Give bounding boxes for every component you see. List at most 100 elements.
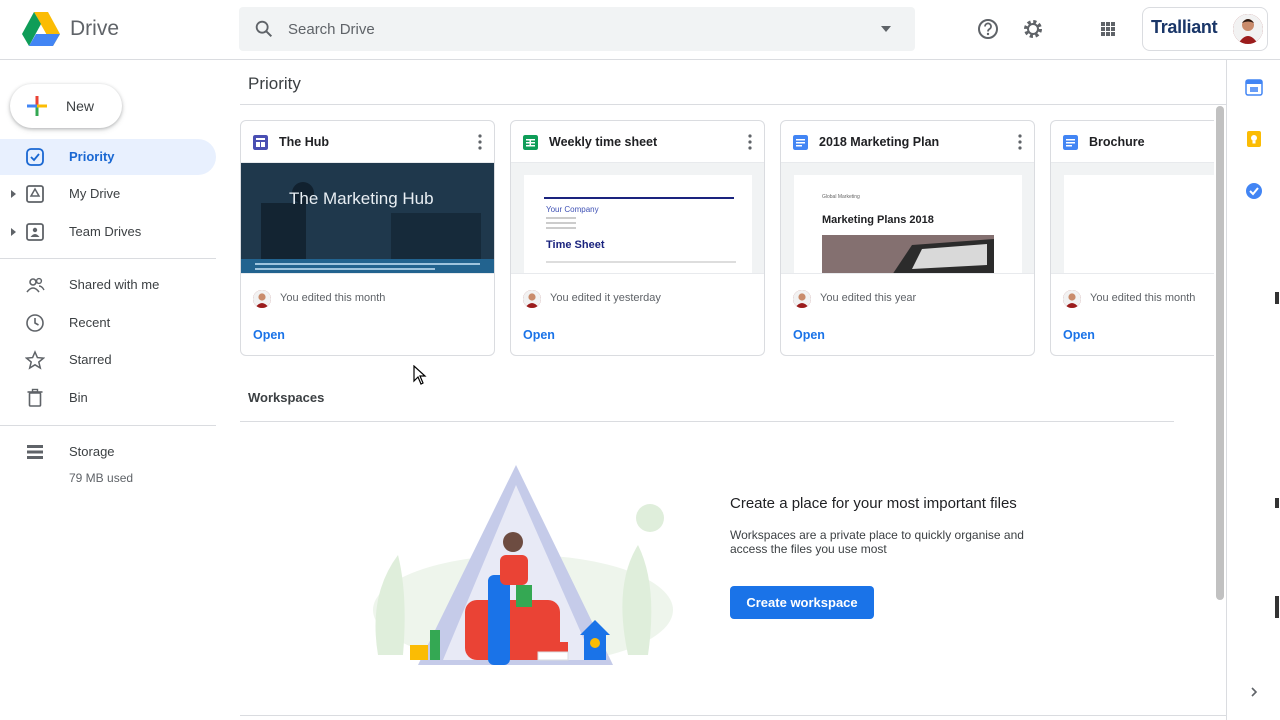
file-card[interactable]: Weekly time sheet Your Company Time Shee… xyxy=(510,120,765,356)
mouse-cursor-icon xyxy=(413,365,427,385)
apps-grid-icon[interactable] xyxy=(1095,16,1121,42)
tasks-icon[interactable] xyxy=(1245,182,1263,200)
account-avatar[interactable] xyxy=(1233,14,1263,44)
text-line xyxy=(546,222,576,224)
account-org-name: Tralliant xyxy=(1151,17,1218,37)
rail-edge-marker xyxy=(1275,292,1279,304)
sidebar-item-my-drive[interactable]: My Drive xyxy=(0,176,216,212)
section-divider xyxy=(240,104,1226,105)
sidebar-item-label: Bin xyxy=(69,390,88,405)
my-drive-icon xyxy=(26,185,44,203)
sheet-page-preview: Your Company Time Sheet xyxy=(524,175,752,273)
star-icon xyxy=(25,350,45,370)
file-title: Brochure xyxy=(1089,135,1145,149)
team-drives-icon xyxy=(26,223,44,241)
more-options-icon[interactable] xyxy=(1018,134,1022,150)
google-docs-file-icon xyxy=(1063,135,1078,150)
search-options-dropdown-icon[interactable] xyxy=(880,24,892,34)
shared-people-icon xyxy=(26,277,45,293)
text-line xyxy=(546,227,576,229)
file-card[interactable]: Brochure You edited this month Open xyxy=(1050,120,1214,356)
sidebar-item-storage[interactable]: Storage xyxy=(0,434,216,470)
sidebar-item-starred[interactable]: Starred xyxy=(0,342,216,378)
user-avatar-icon xyxy=(1063,290,1081,308)
workspaces-heading: Workspaces xyxy=(248,390,325,405)
workspace-promo-heading: Create a place for your most important f… xyxy=(730,495,1017,512)
priority-heading: Priority xyxy=(248,74,301,93)
chevron-right-icon[interactable] xyxy=(1247,685,1261,699)
expand-caret-icon[interactable] xyxy=(11,228,16,236)
thumbnail-company: Your Company xyxy=(546,205,599,214)
main-content: Priority The Hub The Marketing Hub You e… xyxy=(228,60,1226,720)
google-sheets-file-icon xyxy=(523,135,538,150)
expand-caret-icon[interactable] xyxy=(11,190,16,198)
thumbnail-caption: The Marketing Hub xyxy=(289,189,434,208)
file-card[interactable]: 2018 Marketing Plan Global Marketing Mar… xyxy=(780,120,1035,356)
settings-gear-icon[interactable] xyxy=(1020,16,1046,42)
sidebar-item-label: My Drive xyxy=(69,186,121,201)
workspace-promo-description: Workspaces are a private place to quickl… xyxy=(730,528,1024,556)
rail-edge-marker xyxy=(1275,498,1279,508)
sidebar-item-label: Team Drives xyxy=(69,224,142,239)
search-input[interactable] xyxy=(288,18,868,40)
help-icon[interactable] xyxy=(975,16,1001,42)
more-options-icon[interactable] xyxy=(478,134,482,150)
open-link[interactable]: Open xyxy=(253,328,285,342)
thumbnail-heading: Time Sheet xyxy=(546,239,605,251)
create-workspace-button[interactable]: Create workspace xyxy=(730,586,874,619)
doc-page-preview xyxy=(1064,175,1214,273)
workspace-illustration-icon xyxy=(373,465,673,665)
sidebar-item-label: Storage xyxy=(69,444,115,459)
keep-notes-icon[interactable] xyxy=(1245,130,1263,148)
thumbnail-small-text: Global Marketing xyxy=(822,194,860,200)
last-edit-text: You edited it yesterday xyxy=(550,292,661,304)
sidebar-divider xyxy=(0,258,216,259)
sidebar: New Priority My Drive Team Drives Shared… xyxy=(0,60,228,720)
plus-icon xyxy=(27,96,47,116)
search-bar[interactable] xyxy=(239,7,915,51)
file-title: The Hub xyxy=(279,135,329,149)
file-thumbnail: Your Company Time Sheet xyxy=(511,162,764,274)
last-edit-text: You edited this month xyxy=(280,292,386,304)
more-options-icon[interactable] xyxy=(748,134,752,150)
account-switcher[interactable]: Tralliant xyxy=(1142,7,1268,51)
table-line xyxy=(546,261,736,263)
last-edit-text: You edited this year xyxy=(820,292,917,304)
priority-icon xyxy=(26,148,44,166)
new-button-label: New xyxy=(66,98,95,114)
calendar-icon[interactable] xyxy=(1245,78,1263,96)
sidebar-item-label: Priority xyxy=(69,149,115,164)
sidebar-item-recent[interactable]: Recent xyxy=(0,305,216,341)
section-divider xyxy=(240,715,1226,716)
sidebar-item-bin[interactable]: Bin xyxy=(0,380,216,416)
sidebar-item-priority[interactable]: Priority xyxy=(0,139,216,175)
sidebar-item-label: Shared with me xyxy=(69,277,160,292)
user-portrait-icon xyxy=(1233,14,1263,44)
sidebar-item-shared-with-me[interactable]: Shared with me xyxy=(0,267,216,303)
google-docs-file-icon xyxy=(793,135,808,150)
brand-name[interactable]: Drive xyxy=(70,17,119,41)
open-link[interactable]: Open xyxy=(793,328,825,342)
sidebar-item-label: Recent xyxy=(69,315,111,330)
open-link[interactable]: Open xyxy=(523,328,555,342)
last-edit-text: You edited this month xyxy=(1090,292,1196,304)
file-title: 2018 Marketing Plan xyxy=(819,135,940,149)
laptop-photo-icon xyxy=(822,235,994,273)
doc-page-preview: Global Marketing Marketing Plans 2018 xyxy=(794,175,1022,273)
user-avatar-icon xyxy=(253,290,271,308)
sidebar-item-team-drives[interactable]: Team Drives xyxy=(0,214,216,250)
trash-icon xyxy=(27,388,43,407)
sidebar-divider xyxy=(0,425,216,426)
file-card[interactable]: The Hub The Marketing Hub You edited thi… xyxy=(240,120,495,356)
search-icon[interactable] xyxy=(253,18,275,40)
open-link[interactable]: Open xyxy=(1063,328,1095,342)
drive-logo-icon[interactable] xyxy=(22,12,60,46)
file-thumbnail: Global Marketing Marketing Plans 2018 xyxy=(781,162,1034,274)
text-line xyxy=(546,217,576,219)
new-button[interactable]: New xyxy=(10,84,122,128)
storage-icon xyxy=(27,445,43,459)
thumbnail-heading: Marketing Plans 2018 xyxy=(822,214,934,226)
section-divider xyxy=(240,421,1174,422)
main-scrollbar[interactable] xyxy=(1216,106,1224,600)
storage-used-text: 79 MB used xyxy=(69,471,134,485)
